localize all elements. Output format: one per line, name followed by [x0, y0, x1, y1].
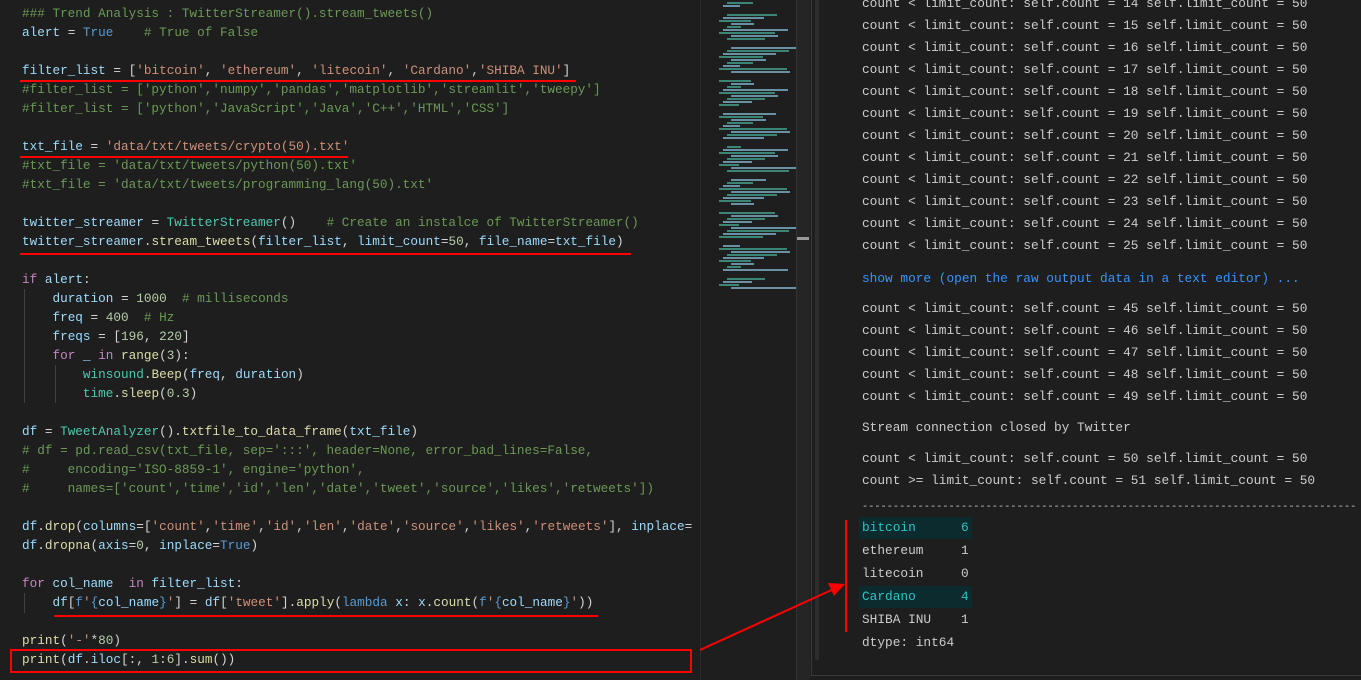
annotation-arrow	[699, 583, 845, 651]
